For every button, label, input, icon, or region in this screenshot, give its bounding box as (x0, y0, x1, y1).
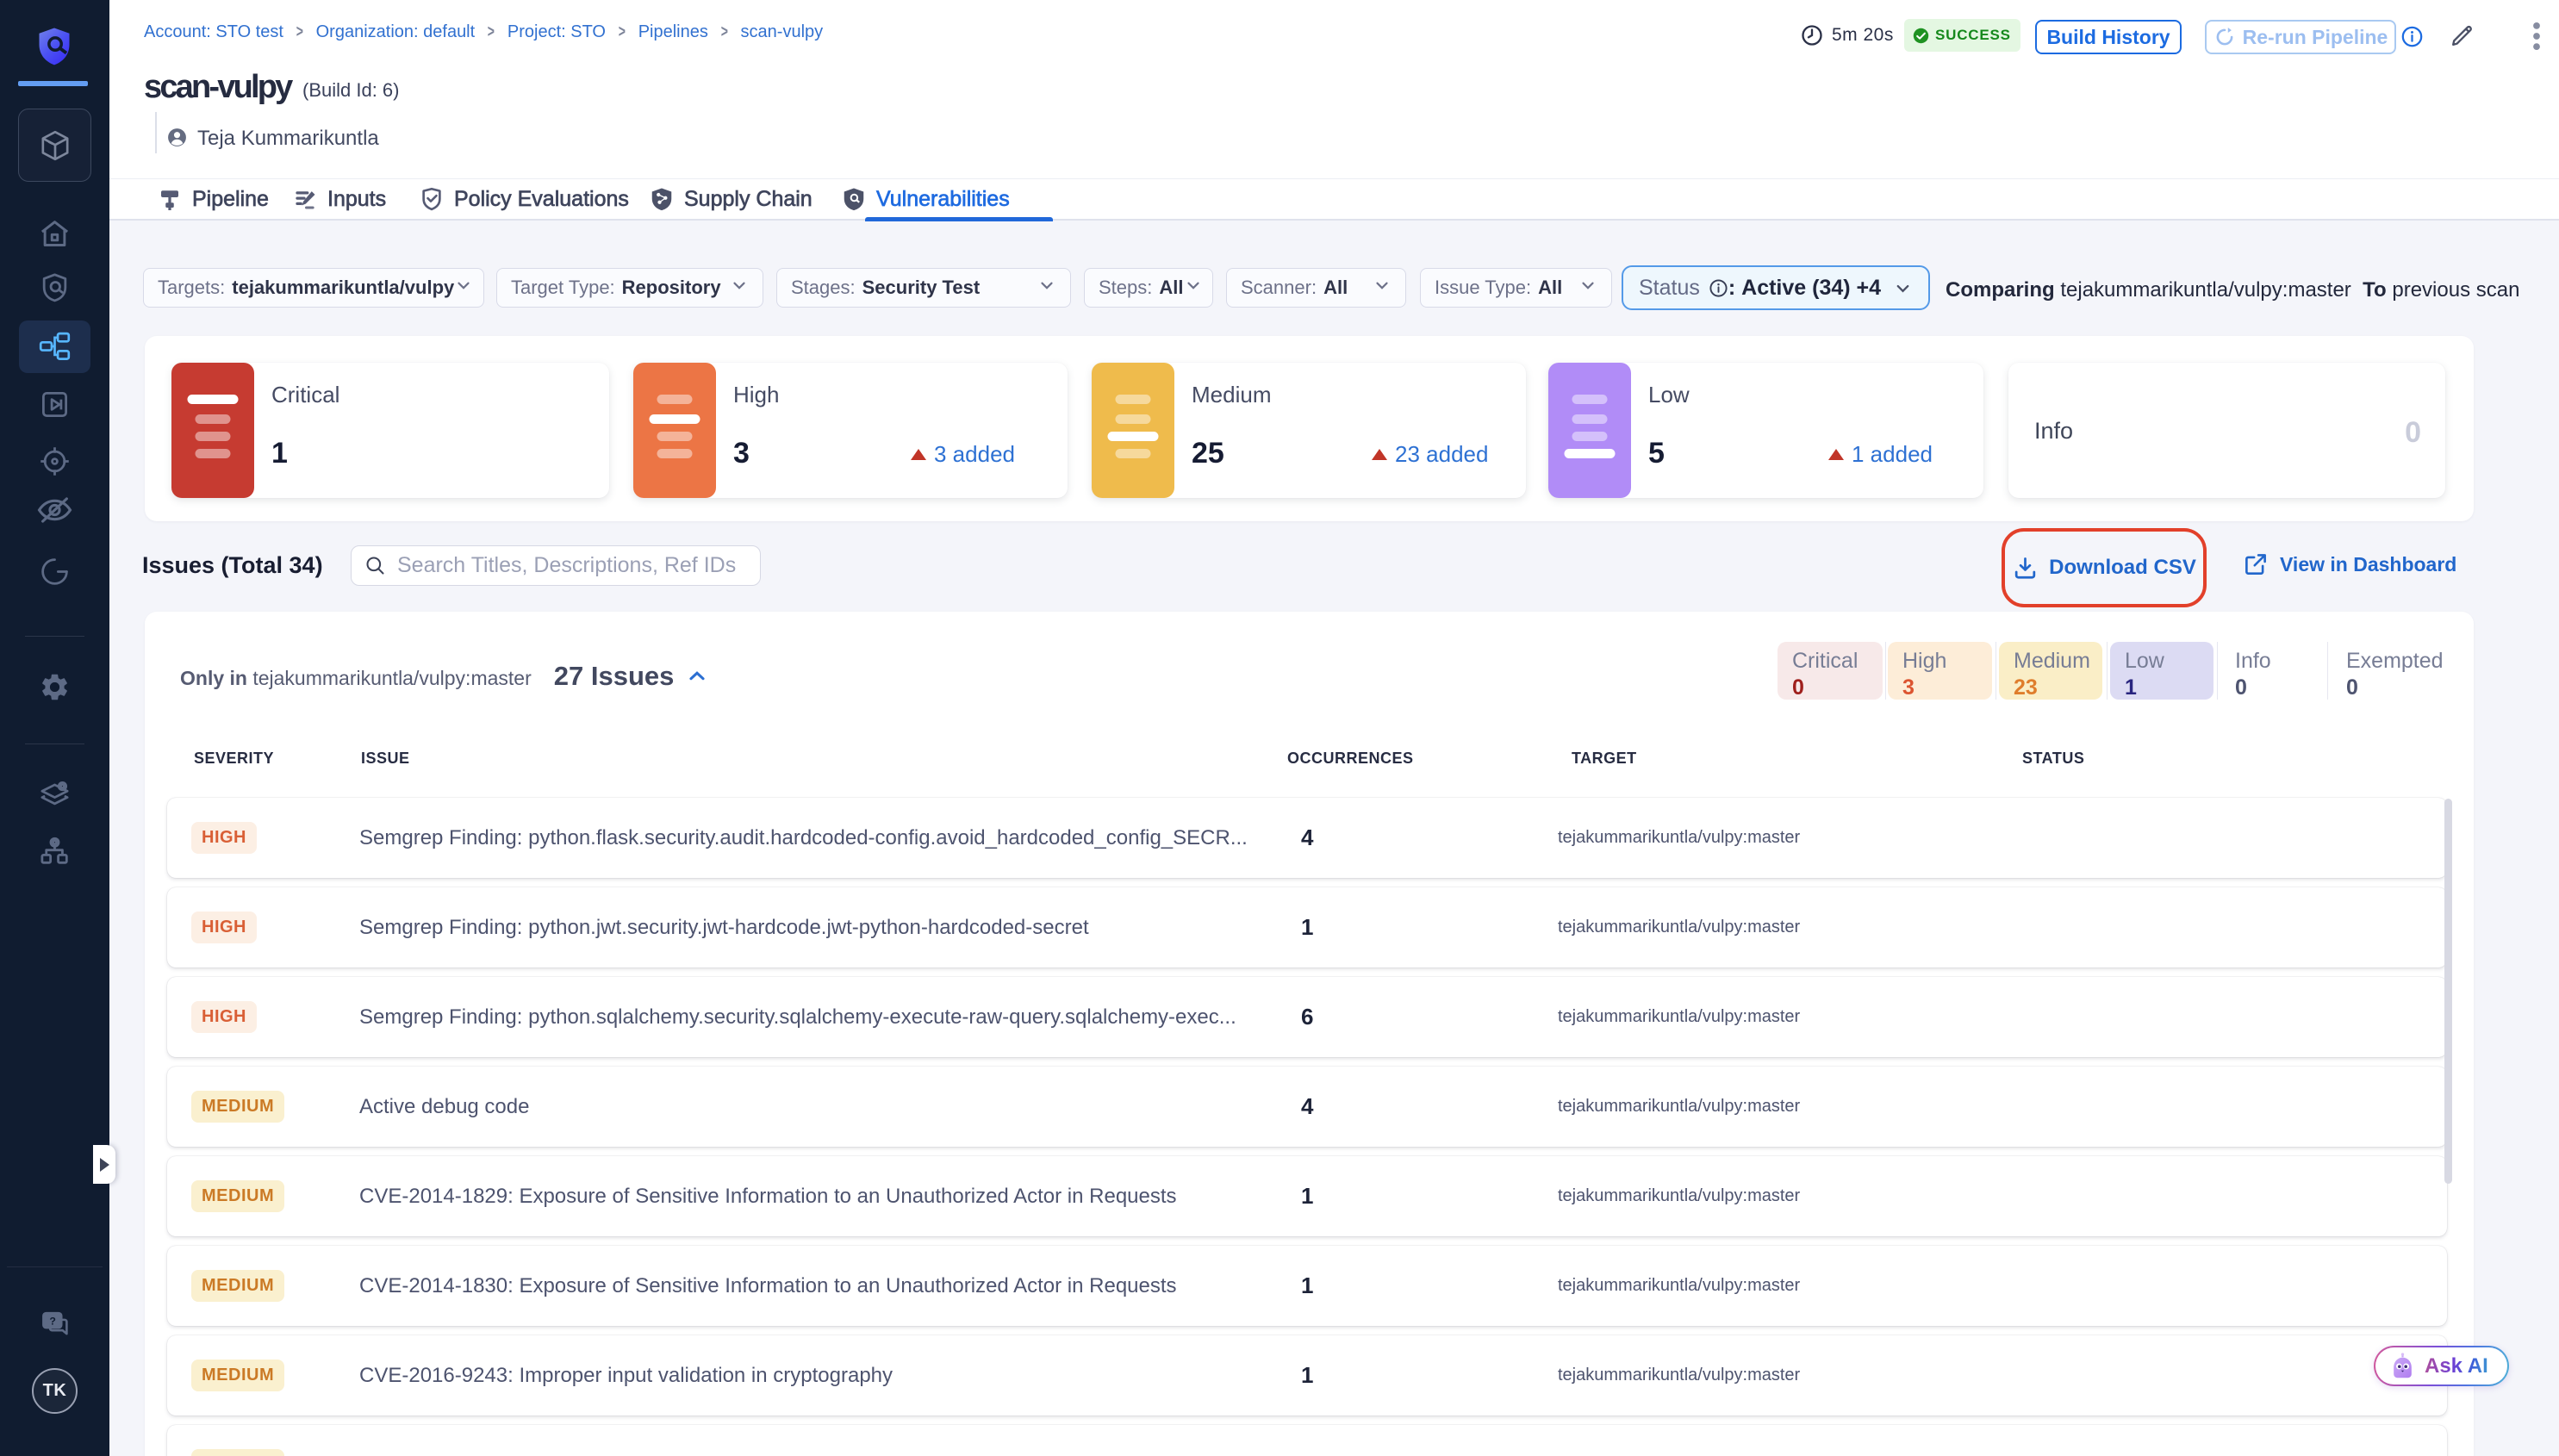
svg-text:?: ? (49, 1315, 56, 1327)
